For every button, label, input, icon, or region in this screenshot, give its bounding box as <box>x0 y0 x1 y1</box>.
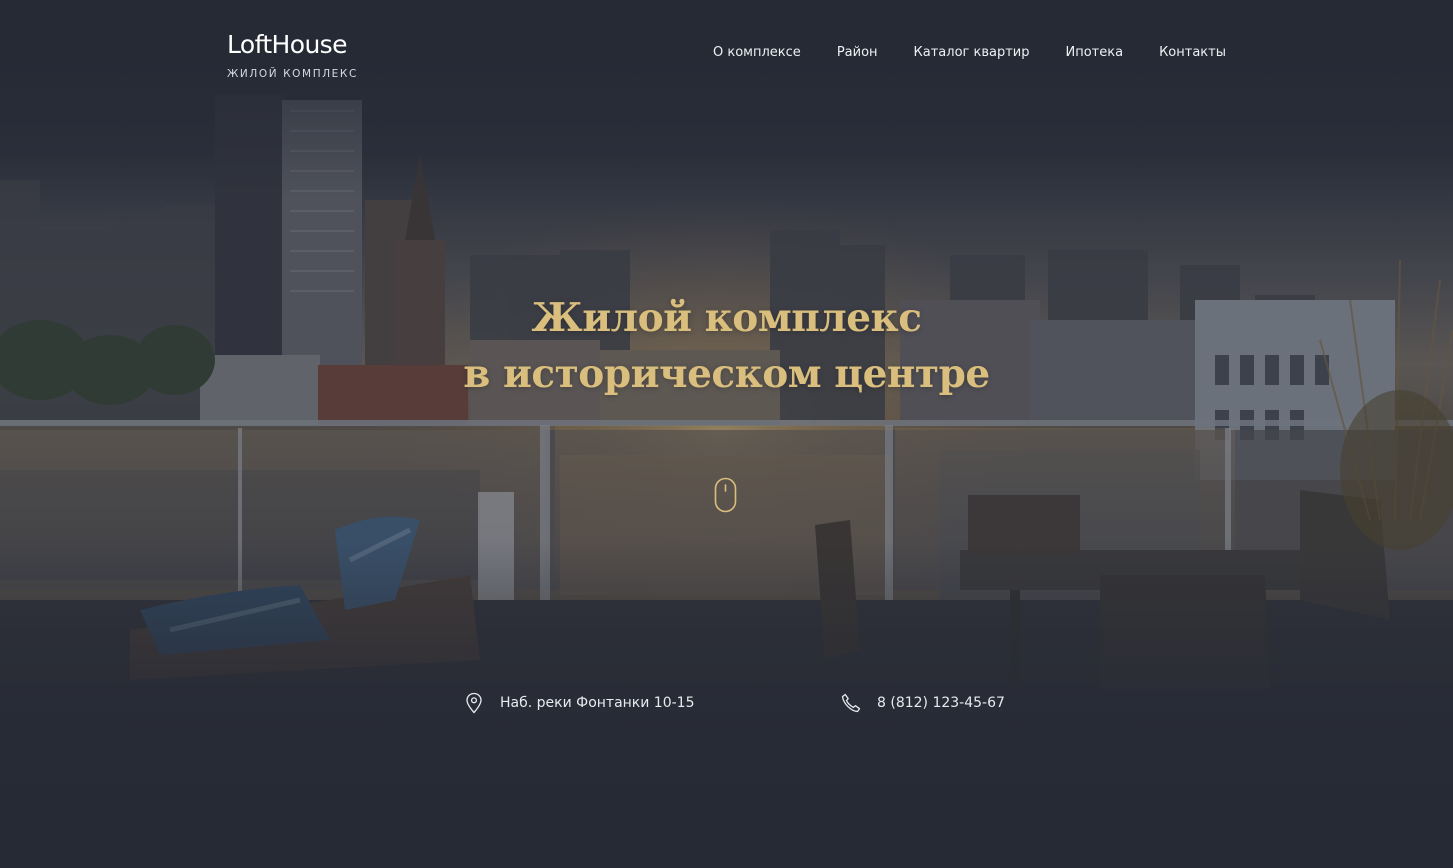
nav-item-contacts[interactable]: Контакты <box>1159 44 1226 62</box>
landing-page: LoftHouse ЖИЛОЙ КОМПЛЕКС О комплексе Рай… <box>0 0 1453 868</box>
hero-title: Жилой комплекс в историческом центре <box>0 290 1453 402</box>
mouse-scroll-icon[interactable] <box>714 477 737 513</box>
address-block: Наб. реки Фонтанки 10-15 <box>465 690 695 716</box>
hero-title-line-2: в историческом центре <box>463 351 990 397</box>
phone-link[interactable]: 8 (812) 123-45-67 <box>877 695 1005 711</box>
logo-subtitle: ЖИЛОЙ КОМПЛЕКС <box>227 68 358 80</box>
nav-item-mortgage[interactable]: Ипотека <box>1066 44 1124 62</box>
location-pin-icon <box>465 692 485 714</box>
nav-item-about[interactable]: О комплексе <box>713 44 801 62</box>
logo[interactable]: LoftHouse ЖИЛОЙ КОМПЛЕКС <box>227 30 358 80</box>
hero-background-image <box>0 0 1453 868</box>
phone-block: 8 (812) 123-45-67 <box>840 690 1005 716</box>
logo-title: LoftHouse <box>227 30 348 59</box>
hero-title-line-1: Жилой комплекс <box>531 295 922 341</box>
site-header: LoftHouse ЖИЛОЙ КОМПЛЕКС О комплексе Рай… <box>0 0 1453 100</box>
address-text: Наб. реки Фонтанки 10-15 <box>500 695 695 711</box>
nav-item-catalog[interactable]: Каталог квартир <box>914 44 1030 62</box>
main-nav: О комплексе Район Каталог квартир Ипотек… <box>713 44 1226 62</box>
phone-icon <box>840 692 861 714</box>
nav-item-district[interactable]: Район <box>837 44 878 62</box>
